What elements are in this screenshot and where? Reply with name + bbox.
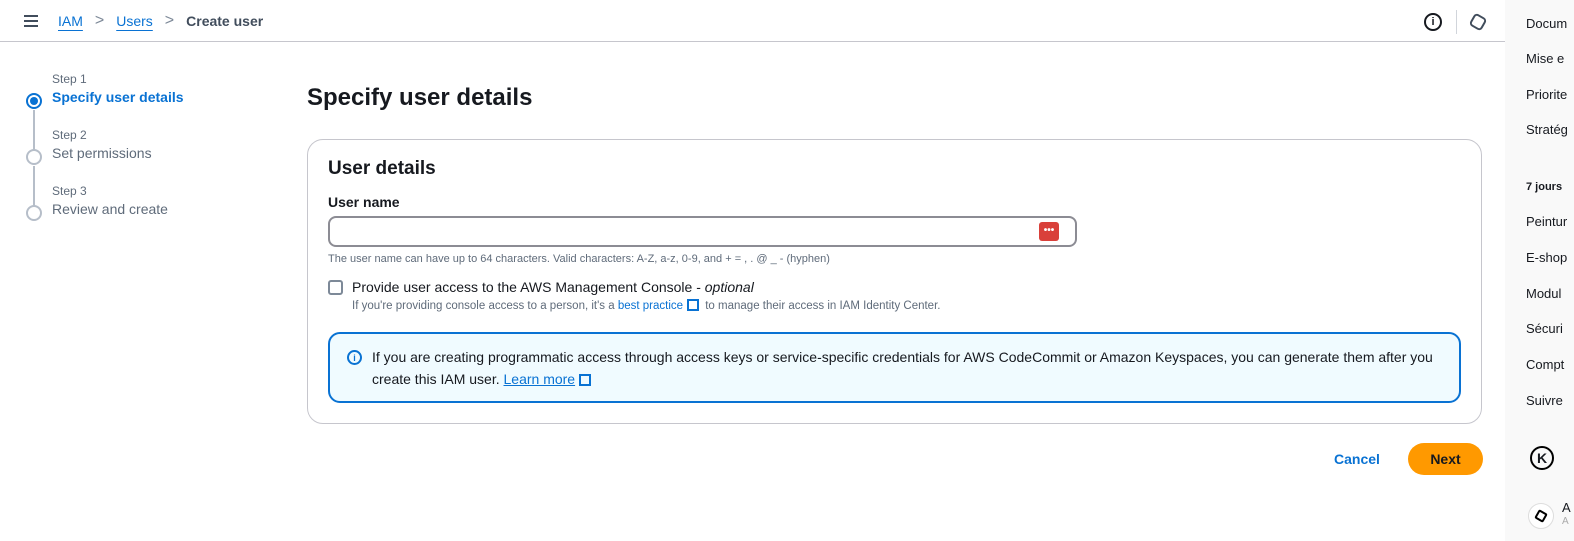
workspace-hex-icon[interactable] (1528, 503, 1554, 529)
step-number: Step 2 (52, 128, 87, 142)
info-icon[interactable]: i (1424, 13, 1442, 31)
step-1[interactable]: Step 1 Specify user details (25, 72, 184, 150)
desc-text: to manage their access in IAM Identity C… (702, 300, 941, 312)
breadcrumb-users[interactable]: Users (116, 13, 153, 29)
step-label: Set permissions (52, 145, 152, 161)
learn-more-link[interactable]: Learn more (504, 371, 576, 387)
optional-text: optional (704, 279, 754, 295)
account-name: A (1562, 500, 1571, 515)
user-name-hint: The user name can have up to 64 characte… (328, 253, 830, 265)
main-area: IAM > Users > Create user i Step 1 Speci… (0, 0, 1505, 541)
checkbox-text: Provide user access to the AWS Managemen… (352, 279, 705, 295)
console-access-description: If you're providing console access to a … (352, 299, 940, 312)
step-3: Step 3 Review and create (25, 184, 184, 240)
step-number: Step 3 (52, 184, 87, 198)
breadcrumb-current: Create user (186, 12, 264, 29)
side-item[interactable]: Sécuri (1526, 321, 1563, 336)
top-bar: IAM > Users > Create user i (0, 0, 1505, 42)
external-link-icon (687, 299, 700, 311)
menu-icon[interactable] (24, 14, 38, 27)
side-section-header: 7 jours (1526, 181, 1563, 193)
side-item[interactable]: Docum (1526, 16, 1567, 31)
user-name-label: User name (328, 194, 400, 210)
user-details-card: User details User name ••• The user name… (307, 139, 1482, 424)
external-link-icon (579, 374, 592, 386)
account-sub: A (1562, 516, 1569, 527)
info-alert: i If you are creating programmatic acces… (328, 332, 1461, 403)
breadcrumb-iam[interactable]: IAM (58, 13, 83, 29)
next-button[interactable]: Next (1408, 443, 1483, 475)
side-item[interactable]: Peintur (1526, 214, 1567, 229)
page-title: Specify user details (307, 84, 533, 111)
notifications-hex-icon[interactable] (1468, 12, 1488, 32)
desc-text: If you're providing console access to a … (352, 300, 618, 312)
side-item[interactable]: Compt (1526, 357, 1564, 372)
side-panel: Docum Mise e Priorite Stratég 7 jours Pe… (1505, 0, 1574, 541)
step-label: Review and create (52, 201, 168, 217)
user-name-input[interactable]: ••• (328, 216, 1077, 247)
console-access-label[interactable]: Provide user access to the AWS Managemen… (352, 279, 940, 295)
wizard-steps: Step 1 Specify user details Step 2 Set p… (25, 72, 184, 240)
step-pending-icon (26, 205, 42, 221)
k-logo-icon[interactable]: K (1530, 446, 1554, 470)
step-2: Step 2 Set permissions (25, 128, 184, 206)
side-item[interactable]: Mise e (1526, 51, 1564, 66)
step-number: Step 1 (52, 72, 87, 86)
step-label: Specify user details (52, 89, 184, 105)
chevron-right-icon: > (94, 11, 105, 29)
side-item[interactable]: E-shop (1526, 250, 1567, 265)
best-practice-link[interactable]: best practice (618, 300, 683, 312)
step-active-icon (26, 93, 42, 109)
card-title: User details (328, 158, 436, 179)
side-item[interactable]: Suivre (1526, 393, 1563, 408)
info-icon: i (347, 350, 362, 365)
console-access-checkbox[interactable] (328, 280, 343, 295)
side-item[interactable]: Priorite (1526, 87, 1567, 102)
step-pending-icon (26, 149, 42, 165)
divider (1456, 10, 1457, 34)
side-item[interactable]: Stratég (1526, 122, 1568, 137)
chevron-right-icon: > (164, 11, 175, 29)
password-manager-icon[interactable]: ••• (1039, 222, 1059, 241)
side-item[interactable]: Modul (1526, 286, 1561, 301)
cancel-button[interactable]: Cancel (1334, 451, 1380, 467)
